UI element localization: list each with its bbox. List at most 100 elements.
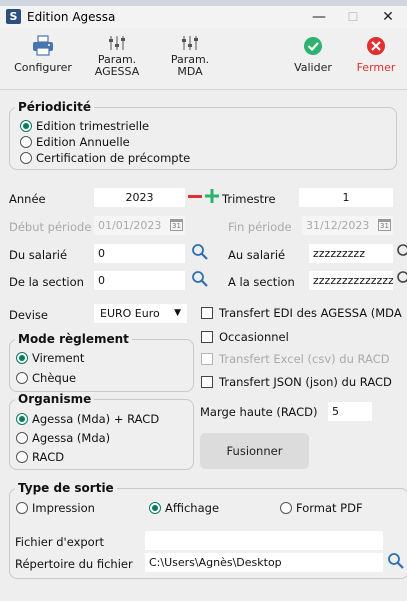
radio-impression[interactable]: Impression [16,500,95,516]
radio-label: RACD [32,450,65,464]
app-icon: S [6,9,21,24]
radio-button[interactable] [20,120,32,132]
radio-edition-annuelle[interactable]: Edition Annuelle [20,134,130,150]
close-window-button[interactable]: ✕ [374,8,402,26]
mode-reglement-title: Mode règlement [15,332,132,346]
radio-button[interactable] [16,502,28,514]
radio-button[interactable] [16,413,28,425]
transfert-json-label: Transfert JSON (json) du RACD [219,375,392,389]
au-salarie-input[interactable]: zzzzzzzzz [309,244,393,263]
toolbar: Configurer Param. AGESSA Param. MDA Vali… [0,28,407,90]
radio-label: Virement [32,351,85,365]
radio-agessa-mda-racd[interactable]: Agessa (Mda) + RACD [16,411,159,427]
minimize-button[interactable]: — [305,8,333,26]
sliders-icon [109,36,125,50]
radio-button[interactable] [16,451,28,463]
annee-input[interactable]: 2023 [94,188,185,207]
transfert-excel-checkbox [201,353,213,365]
configurer-button[interactable]: Configurer [8,34,78,74]
debut-periode-value: 01/01/2023 [98,219,162,232]
devise-select[interactable]: EURO Euro ▼ [94,304,187,323]
radio-virement[interactable]: Virement [16,350,84,366]
calendar-icon: 31 [170,219,183,231]
radio-edition-trimestrielle[interactable]: Edition trimestrielle [20,118,149,134]
fermer-label: Fermer [356,61,396,74]
occasionnel-checkbox[interactable] [201,331,213,343]
printer-icon [33,35,53,56]
radio-certification-precompte[interactable]: Certification de précompte [20,150,190,166]
sliders-icon [182,36,198,50]
repertoire-fichier-input[interactable]: C:\Users\Agnès\Desktop [145,553,383,572]
debut-periode-label: Début période [9,220,92,234]
search-icon[interactable] [396,270,407,288]
radio-label: Edition trimestrielle [36,119,150,133]
window-title: Edition Agessa [27,10,116,24]
periodicite-title: Périodicité [15,100,95,114]
fin-periode-label: Fin période [228,220,292,234]
radio-racd[interactable]: RACD [16,449,64,465]
transfert-json-checkbox[interactable] [201,376,213,388]
radio-label: Chèque [32,371,77,385]
param-mda-button[interactable]: Param. MDA [155,34,225,78]
param-agessa-button[interactable]: Param. AGESSA [82,34,152,78]
radio-button[interactable] [20,152,32,164]
param-agessa-label-2: AGESSA [94,65,140,78]
trimestre-label: Trimestre [222,192,276,206]
a-section-input[interactable]: zzzzzzzzzzzzzz [309,271,393,290]
radio-label: Agessa (Mda) + RACD [32,412,160,426]
search-icon[interactable] [387,552,405,570]
radio-button[interactable] [16,372,28,384]
de-section-input[interactable]: 0 [94,271,185,290]
radio-label: Format PDF [296,501,363,515]
radio-agessa-mda[interactable]: Agessa (Mda) [16,430,110,446]
occasionnel-label: Occasionnel [219,330,289,344]
marge-haute-label: Marge haute (RACD) [200,405,318,419]
search-icon[interactable] [396,243,407,261]
search-icon[interactable] [191,270,209,288]
a-section-label: A la section [228,275,295,289]
decrement-icon[interactable] [188,195,202,198]
search-icon[interactable] [191,243,209,261]
du-salarie-label: Du salarié [9,248,68,262]
radio-label: Agessa (Mda) [32,431,111,445]
type-sortie-title: Type de sortie [15,481,117,495]
fichier-export-input[interactable] [145,531,383,550]
radio-label: Edition Annuelle [36,135,130,149]
radio-cheque[interactable]: Chèque [16,370,76,386]
radio-button[interactable] [149,502,161,514]
radio-label: Certification de précompte [36,151,191,165]
calendar-icon: 31 [378,219,391,231]
radio-affichage[interactable]: Affichage [149,500,219,516]
title-bar: S Edition Agessa — ☐ ✕ [0,6,407,28]
configurer-label: Configurer [14,61,72,74]
fermer-button[interactable]: Fermer [345,34,407,74]
fusionner-button[interactable]: Fusionner [200,433,309,469]
param-mda-label-2: MDA [177,65,203,78]
radio-format-pdf[interactable]: Format PDF [280,500,363,516]
radio-button[interactable] [16,352,28,364]
de-section-label: De la section [9,275,84,289]
radio-button[interactable] [20,136,32,148]
transfert-excel-label: Transfert Excel (csv) du RACD [219,352,390,366]
increment-icon[interactable] [204,188,220,204]
marge-haute-input[interactable]: 5 [328,402,372,421]
chevron-down-icon: ▼ [174,308,181,318]
devise-value: EURO Euro [100,307,160,320]
transfert-edi-label: Transfert EDI des AGESSA (MDA [219,306,402,320]
fichier-export-label: Fichier d'export [15,535,104,549]
au-salarie-label: Au salarié [228,248,286,262]
transfert-edi-checkbox[interactable] [201,307,213,319]
du-salarie-input[interactable]: 0 [94,244,185,263]
radio-label: Affichage [165,501,220,515]
radio-button[interactable] [16,432,28,444]
trimestre-input[interactable]: 1 [299,188,393,207]
check-circle-icon [304,37,322,55]
valider-button[interactable]: Valider [278,34,348,74]
radio-button[interactable] [280,502,292,514]
radio-label: Impression [32,501,95,515]
fin-periode-value: 31/12/2023 [306,219,370,232]
valider-label: Valider [294,61,332,74]
repertoire-fichier-label: Répertoire du fichier [15,557,133,571]
close-circle-icon [367,37,385,55]
organisme-title: Organisme [15,392,95,406]
